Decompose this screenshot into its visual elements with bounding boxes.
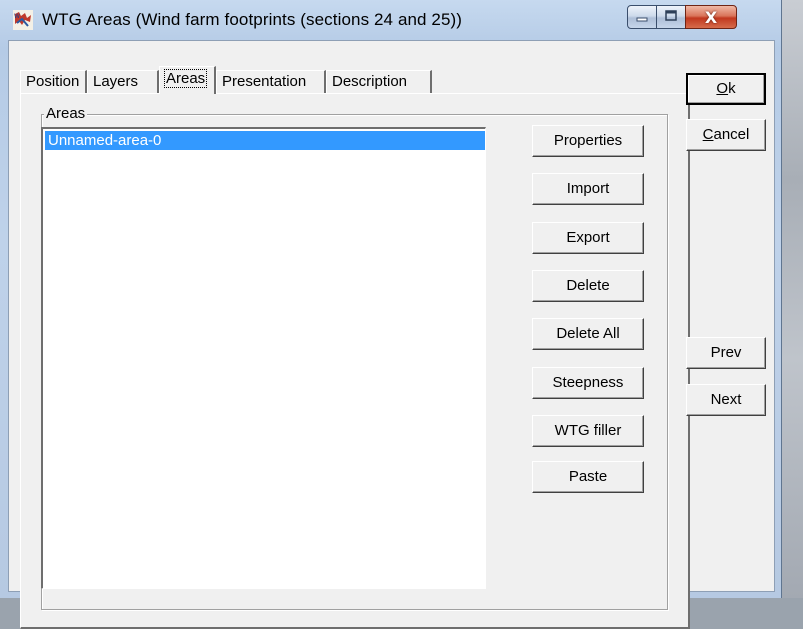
ok-label: k <box>728 80 736 97</box>
delete-button[interactable]: Delete <box>532 270 644 302</box>
minimize-icon <box>635 9 649 26</box>
tab-label: Areas <box>163 69 208 88</box>
svg-text:W: W <box>14 13 20 20</box>
cancel-button[interactable]: Cancel <box>686 119 766 151</box>
minimize-button[interactable] <box>627 5 657 29</box>
title-bar[interactable]: W WTG Areas (Wind farm footprints (secti… <box>0 0 782 40</box>
delete-all-button[interactable]: Delete All <box>532 318 644 350</box>
tab-presentation[interactable]: Presentation <box>216 70 326 94</box>
tab-label: Layers <box>93 73 139 90</box>
tab-position[interactable]: Position <box>20 70 87 94</box>
next-button[interactable]: Next <box>686 384 766 416</box>
steepness-button[interactable]: Steepness <box>532 367 644 399</box>
desktop-background <box>782 0 803 598</box>
dialog-client-area: Position Layers Areas Presentation Descr… <box>8 40 775 629</box>
tab-label: Presentation <box>222 73 307 90</box>
wtg-filler-button[interactable]: WTG filler <box>532 415 644 447</box>
tab-layers[interactable]: Layers <box>87 70 159 94</box>
areas-group-label: Areas <box>44 105 88 123</box>
tab-description[interactable]: Description <box>326 70 432 94</box>
paste-button[interactable]: Paste <box>532 461 644 493</box>
cancel-accel: C <box>702 126 714 143</box>
cancel-label: ancel <box>713 126 750 143</box>
tab-areas[interactable]: Areas <box>159 66 216 94</box>
export-button[interactable]: Export <box>532 222 644 254</box>
prev-button[interactable]: Prev <box>686 337 766 369</box>
close-icon: X <box>704 7 718 27</box>
maximize-button[interactable] <box>656 5 686 29</box>
list-item[interactable]: Unnamed-area-0 <box>45 131 485 150</box>
maximize-icon <box>664 9 678 26</box>
tab-label: Position <box>26 73 80 90</box>
ok-accel: O <box>716 80 729 97</box>
areas-listbox[interactable]: Unnamed-area-0 <box>41 127 486 589</box>
ok-button[interactable]: Ok <box>686 73 766 105</box>
import-button[interactable]: Import <box>532 173 644 205</box>
window-title: WTG Areas (Wind farm footprints (section… <box>42 10 463 29</box>
properties-button[interactable]: Properties <box>532 125 644 157</box>
dialog-window: W WTG Areas (Wind farm footprints (secti… <box>0 0 782 629</box>
windpro-app-icon: W <box>13 10 33 30</box>
tab-label: Description <box>332 73 408 90</box>
close-button[interactable]: X <box>685 5 737 29</box>
